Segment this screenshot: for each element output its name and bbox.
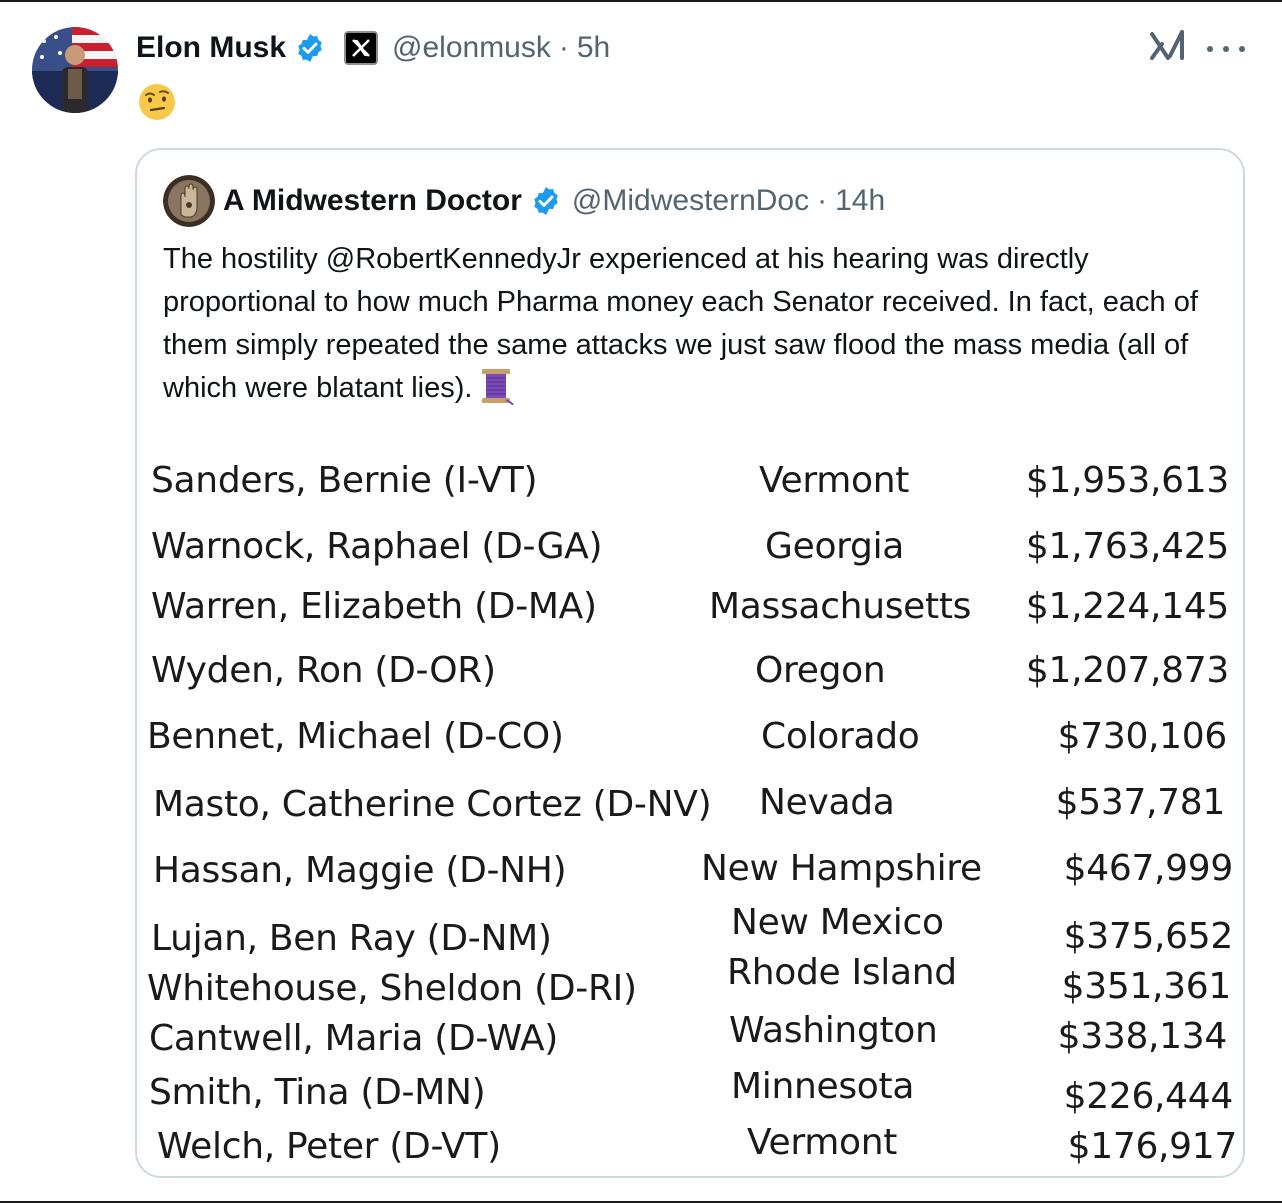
senator-state: Washington: [729, 1010, 938, 1051]
quoted-post-card[interactable]: A Midwestern Doctor @MidwesternDoc · 14h…: [135, 148, 1245, 1178]
senator-state: Minnesota: [731, 1066, 915, 1107]
senator-name: Hassan, Maggie (D-NH): [153, 850, 567, 891]
pharma-amount: $1,224,145: [1025, 586, 1229, 627]
pharma-amount: $176,917: [1067, 1126, 1238, 1167]
pharma-amount: $730,106: [1057, 716, 1228, 757]
quoted-author-avatar[interactable]: [163, 175, 215, 227]
senator-state: New Hampshire: [701, 848, 982, 889]
senator-name: Cantwell, Maria (D-WA): [149, 1018, 559, 1059]
pharma-amount: $1,763,425: [1025, 526, 1229, 567]
post-frame: Elon Musk @elonmusk · 5h A Midwestern Do…: [0, 0, 1282, 1203]
pharma-amount: $375,652: [1063, 916, 1234, 957]
senator-pharma-table-image[interactable]: Sanders, Bernie (I-VT) Vermont $1,953,61…: [137, 440, 1243, 1176]
post-timestamp[interactable]: 5h: [577, 31, 610, 65]
quoted-author-handle[interactable]: @MidwesternDoc: [572, 184, 809, 218]
pharma-amount: $467,999: [1063, 848, 1234, 889]
quoted-author-name[interactable]: A Midwestern Doctor: [223, 184, 522, 218]
quoted-post-header: A Midwestern Doctor @MidwesternDoc · 14h: [163, 175, 885, 227]
senator-state: Massachusetts: [709, 586, 972, 627]
pharma-amount: $226,444: [1063, 1076, 1234, 1117]
senator-state: Vermont: [747, 1122, 898, 1163]
senator-name: Masto, Catherine Cortez (D-NV): [153, 784, 712, 825]
senator-state: New Mexico: [731, 902, 944, 943]
senator-state: Nevada: [759, 782, 895, 823]
verified-badge-icon: [534, 187, 558, 215]
pharma-amount: $338,134: [1057, 1016, 1228, 1057]
verified-badge-icon: [298, 34, 322, 62]
pharma-amount: $1,953,613: [1025, 460, 1229, 501]
pharma-amount: $351,361: [1061, 966, 1232, 1007]
quoted-post-text: The hostility @RobertKennedyJr experienc…: [163, 243, 1198, 404]
senator-state: Colorado: [761, 716, 920, 757]
author-name[interactable]: Elon Musk: [136, 31, 286, 65]
quoted-post-timestamp[interactable]: 14h: [835, 184, 885, 218]
senator-name: Wyden, Ron (D-OR): [151, 650, 496, 691]
x-logo-badge[interactable]: [344, 31, 379, 65]
senator-name: Warren, Elizabeth (D-MA): [151, 586, 597, 627]
senator-name: Lujan, Ben Ray (D-NM): [151, 918, 552, 959]
thread-spool-emoji: [482, 369, 515, 405]
senator-state: Oregon: [755, 650, 886, 691]
pharma-amount: $1,207,873: [1025, 650, 1229, 691]
senator-state: Georgia: [765, 526, 905, 567]
senator-name: Bennet, Michael (D-CO): [147, 716, 564, 757]
grok-icon[interactable]: [1148, 26, 1188, 66]
senator-name: Warnock, Raphael (D-GA): [151, 526, 603, 567]
senator-name: Sanders, Bernie (I-VT): [151, 460, 538, 501]
senator-name: Welch, Peter (D-VT): [157, 1126, 501, 1167]
senator-state: Vermont: [759, 460, 910, 501]
more-options-icon[interactable]: [1207, 42, 1245, 56]
senator-name: Whitehouse, Sheldon (D-RI): [147, 968, 637, 1009]
quoted-post-text-block: The hostility @RobertKennedyJr experienc…: [163, 238, 1223, 410]
author-avatar[interactable]: [32, 27, 118, 113]
senator-name: Smith, Tina (D-MN): [149, 1072, 486, 1113]
face-with-raised-eyebrow-emoji: [139, 84, 175, 120]
senator-state: Rhode Island: [727, 952, 957, 993]
post-header: Elon Musk @elonmusk · 5h: [136, 28, 610, 68]
author-handle[interactable]: @elonmusk: [392, 31, 551, 65]
header-separator: ·: [558, 31, 569, 64]
pharma-amount: $537,781: [1055, 782, 1226, 823]
quoted-header-separator: ·: [817, 184, 828, 217]
